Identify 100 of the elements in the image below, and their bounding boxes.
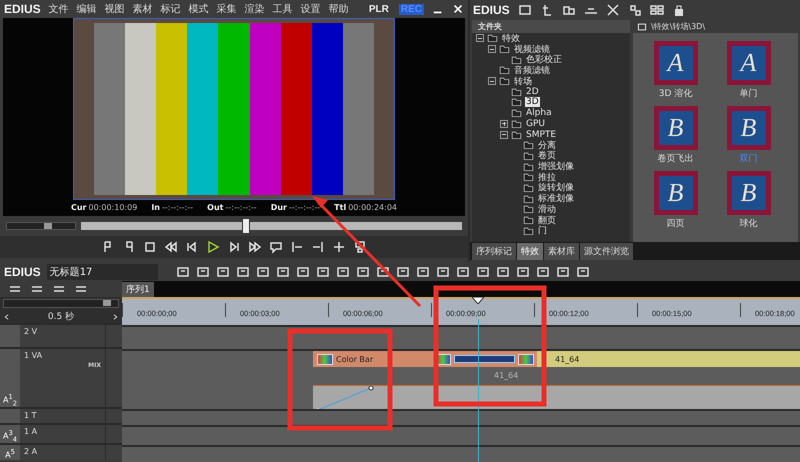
menu-item[interactable]: 渲染 (244, 2, 265, 16)
video-clip[interactable]: 41_64 (537, 351, 800, 367)
tree-item[interactable]: 色彩校正 (525, 53, 563, 66)
menu-item[interactable]: 帮助 (328, 2, 349, 16)
folder-icon[interactable] (523, 150, 534, 161)
folder-icon[interactable] (511, 118, 522, 129)
tree-item[interactable]: 门 (537, 224, 548, 238)
expand-toggle[interactable] (500, 130, 508, 139)
sequence-tab[interactable]: 序列1 (122, 282, 154, 297)
mode-button[interactable]: PLR (366, 4, 391, 14)
menu-item[interactable]: 视图 (104, 2, 125, 16)
expand-toggle[interactable] (488, 77, 496, 86)
folder-icon[interactable] (523, 204, 534, 214)
folder-icon[interactable] (499, 76, 510, 86)
folder-icon[interactable] (523, 226, 534, 236)
tree-item[interactable]: 旋转划像 (537, 181, 575, 194)
effect-label[interactable]: 单门 (740, 87, 758, 100)
timecode-label: Out (207, 203, 224, 212)
effect-thumbnail[interactable]: A (726, 41, 770, 85)
slider-knob[interactable] (102, 300, 111, 306)
tree-item[interactable]: 转场 (513, 74, 533, 88)
fast-forward-icon[interactable] (248, 240, 262, 254)
effect-thumbnail[interactable]: B (726, 106, 770, 150)
folder-icon[interactable] (523, 172, 534, 182)
folder-icon[interactable] (511, 86, 522, 97)
effect-thumbnail[interactable]: A (654, 41, 698, 85)
view-icon[interactable] (650, 3, 664, 17)
playhead-line[interactable] (478, 319, 479, 462)
folder-icon[interactable] (523, 182, 534, 193)
menu-item[interactable]: 采集 (216, 2, 237, 16)
slider-knob[interactable] (44, 223, 52, 229)
video-clip[interactable]: Color Bar (313, 351, 432, 367)
tree-item[interactable]: 分离 (537, 138, 557, 152)
scrub-handle[interactable] (242, 218, 250, 234)
folder-icon[interactable] (523, 194, 534, 204)
volume-slider[interactable] (6, 222, 76, 230)
tree-item[interactable]: 音频滤镜 (513, 64, 551, 77)
trim-icon[interactable] (332, 240, 346, 254)
folder-icon[interactable] (511, 130, 522, 140)
menu-item[interactable]: 编辑 (76, 2, 97, 16)
menu-item[interactable]: 模式 (188, 2, 209, 16)
effect-label[interactable]: 球化 (740, 217, 758, 230)
menu-item[interactable]: 标记 (160, 2, 181, 16)
panel-header: 文件夹 (472, 20, 630, 33)
folder-icon[interactable] (523, 215, 534, 226)
tree-item[interactable]: 滑动 (537, 202, 557, 216)
stop-icon[interactable] (143, 240, 157, 254)
tree-item[interactable]: 3D (525, 97, 540, 108)
prev-icon[interactable] (3, 312, 11, 322)
folder-icon[interactable] (499, 44, 510, 54)
menu-item[interactable]: 工具 (272, 2, 293, 16)
menu-item[interactable]: 素材 (132, 2, 153, 16)
panel-tab[interactable]: 特效 (517, 243, 543, 260)
tree-item[interactable]: 2D (525, 86, 540, 97)
folder-icon[interactable] (511, 97, 522, 108)
volume-slider[interactable] (3, 299, 119, 308)
menu-item[interactable]: 文件 (48, 2, 69, 16)
close-icon[interactable] (452, 3, 464, 15)
tree-item[interactable]: 增强划像 (537, 160, 575, 174)
effect-label[interactable]: 卷页飞出 (658, 152, 694, 165)
tree-item[interactable]: 视频滤镜 (513, 42, 551, 56)
folder-icon[interactable] (523, 162, 534, 172)
effect-label[interactable]: 四页 (666, 217, 684, 230)
effect-thumbnail[interactable]: B (726, 171, 770, 215)
next-icon[interactable] (111, 312, 119, 322)
folder-icon[interactable] (511, 108, 522, 118)
tree-item[interactable]: 翻页 (537, 214, 557, 227)
tree-item[interactable]: 标准划像 (537, 192, 575, 206)
app-logo: EDIUS (4, 2, 41, 16)
panel-tab[interactable]: 序列标记 (472, 243, 516, 260)
expand-toggle[interactable] (476, 34, 484, 42)
expand-toggle[interactable] (500, 120, 508, 128)
effect-thumbnail[interactable]: B (654, 106, 698, 150)
tree-item[interactable]: SMPTE (525, 130, 558, 140)
trim-in-icon[interactable] (290, 240, 304, 254)
step-back-icon[interactable] (185, 240, 199, 254)
tree-item[interactable]: 卷页 (537, 149, 557, 162)
tree-item[interactable]: GPU (525, 118, 546, 129)
panel-tab[interactable]: 素材库 (544, 243, 579, 260)
app-logo: EDIUS (473, 3, 510, 17)
tree-item[interactable]: 推拉 (537, 170, 557, 184)
folder-icon[interactable] (637, 22, 647, 32)
timecode-label: In (151, 203, 160, 212)
folder-icon[interactable] (511, 54, 522, 65)
rewind-icon[interactable] (164, 240, 178, 254)
tree-item[interactable]: Alpha (525, 108, 553, 118)
transition-clip[interactable] (432, 351, 537, 367)
panel-tab[interactable]: 源文件浏览 (580, 243, 633, 260)
play-icon[interactable] (206, 240, 220, 254)
menu-item[interactable]: 设置 (300, 2, 321, 16)
effect-label[interactable]: 3D 溶化 (658, 87, 692, 100)
tree-item[interactable]: 特效 (501, 32, 521, 45)
folder-icon[interactable] (518, 3, 532, 17)
timecode-value: 00:00:24:04 (348, 203, 397, 212)
effect-thumbnail[interactable]: B (654, 171, 698, 215)
folder-icon[interactable] (499, 65, 510, 76)
folder-icon[interactable] (523, 140, 534, 150)
track-name: 1 A (24, 427, 38, 436)
trim-out-icon[interactable] (311, 240, 325, 254)
expand-toggle[interactable] (488, 45, 496, 54)
